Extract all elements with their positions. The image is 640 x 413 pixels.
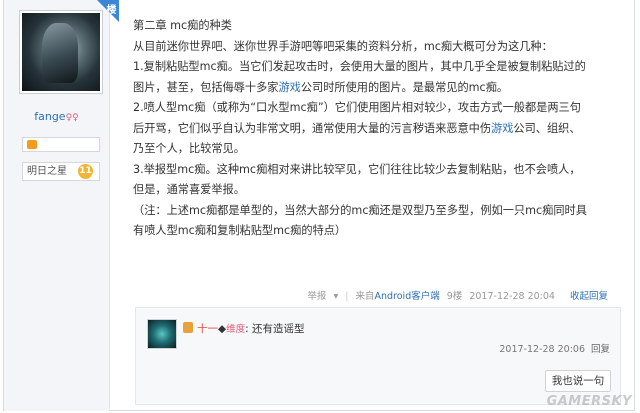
author-column: 楼主 fange♀♀ 明日之星 11	[4, 0, 119, 411]
username-decoration: ♀♀	[65, 113, 79, 123]
report-link[interactable]: 举报 ▾	[303, 291, 338, 302]
game-link[interactable]: 游戏	[278, 81, 300, 94]
client-link[interactable]: Android客户端	[375, 291, 440, 302]
add-comment-button[interactable]: 我也说一句	[545, 370, 611, 392]
report-label[interactable]: 举报	[307, 291, 326, 302]
sub-reply-meta: 2017-12-28 20:06 回复	[499, 341, 610, 355]
game-link[interactable]: 游戏	[491, 122, 513, 135]
post-line: 但是，通常喜爱举报。	[133, 183, 245, 196]
sub-reply: 十一◆维度: 还有造谣型 2017-12-28 20:06 回复 我也说一句	[135, 307, 621, 405]
post-line: 从目前迷你世界吧、迷你世界手游吧等吧采集的资料分析，mc痴大概可分为这几种：	[133, 39, 553, 53]
avatar[interactable]	[19, 10, 103, 94]
separator: |	[345, 291, 349, 302]
gamepad-icon	[27, 140, 37, 149]
level-box[interactable]: 明日之星 11	[22, 162, 100, 181]
diamond-icon: ◆	[218, 323, 227, 335]
post-line: 第二章 mc痴的种类	[133, 19, 232, 32]
post-time: 2017-12-28 20:04	[469, 291, 555, 302]
username-text[interactable]: fange	[34, 110, 65, 123]
member-badge-icon	[183, 322, 193, 333]
source-prefix: 来自	[355, 291, 375, 302]
post-line-text: 公司时所使用的图片。是最常见的mc痴。	[300, 80, 509, 94]
post-line: （注：上述mc痴都是单型的，当然大部分的mc痴还是双型乃至多型，例如一只mc痴同…	[133, 203, 587, 217]
username[interactable]: fange♀♀	[4, 110, 109, 123]
post-line: 图片，甚至，包括侮辱十多家游戏公司时所使用的图片。是最常见的mc痴。	[133, 78, 623, 99]
post-line: 乃至个人，比较常见。	[133, 142, 245, 155]
collapse-reply-button[interactable]: 收起回复	[562, 288, 616, 302]
medal-box	[22, 137, 100, 152]
level-badge: 11	[78, 164, 93, 179]
sub-reply-user[interactable]: 十一◆维度	[197, 323, 245, 335]
sub-reply-time: 2017-12-28 20:06	[499, 344, 585, 355]
post-line: 1.复制粘贴型mc痴。当它们发起攻击时，会使用大量的图片，其中几乎全是被复制粘贴…	[133, 60, 586, 73]
post-line: 2.喷人型mc痴（或称为“口水型mc痴”）它们使用图片相对较少，攻击方式一般都是…	[133, 101, 581, 114]
sub-reply-user-meta: 维度	[226, 324, 246, 335]
sub-reply-avatar[interactable]	[147, 319, 177, 349]
sub-reply-username[interactable]: 十一	[197, 323, 218, 335]
post-line-text: 公司、组织、	[513, 121, 581, 135]
post-line-text: 图片，甚至，包括侮辱十多家	[133, 80, 279, 94]
watermark: GAMERSKY	[546, 394, 632, 409]
post-line: 3.举报型mc痴。这种mc痴相对来讲比较罕见，它们往往比较少去复制粘贴，也不会喷…	[133, 162, 581, 176]
post-line-text: 后开骂，它们似乎自认为非常文明，通常使用大量的污言秽语来恶意中伤	[133, 121, 492, 135]
sub-reply-reply-link[interactable]: 回复	[591, 344, 610, 355]
post-line: 后开骂，它们似乎自认为非常文明，通常使用大量的污言秽语来恶意中伤游戏公司、组织、	[133, 119, 623, 140]
sub-reply-text: : 还有造谣型	[245, 323, 305, 335]
post-line: 有喷人型mc痴和复制粘贴型mc痴的特点）	[133, 224, 347, 237]
level-title: 明日之星	[27, 166, 67, 177]
floor-number: 9楼	[446, 291, 463, 302]
sub-reply-line: 十一◆维度: 还有造谣型	[183, 321, 304, 336]
post-content: 第二章 mc痴的种类 从目前迷你世界吧、迷你世界手游吧等吧采集的资料分析，mc痴…	[133, 16, 623, 242]
chevron-down-icon: ▾	[333, 291, 339, 302]
post-tail: 举报 ▾ | 来自Android客户端 9楼 2017-12-28 20:04 …	[299, 288, 616, 302]
avatar-image	[22, 13, 100, 91]
